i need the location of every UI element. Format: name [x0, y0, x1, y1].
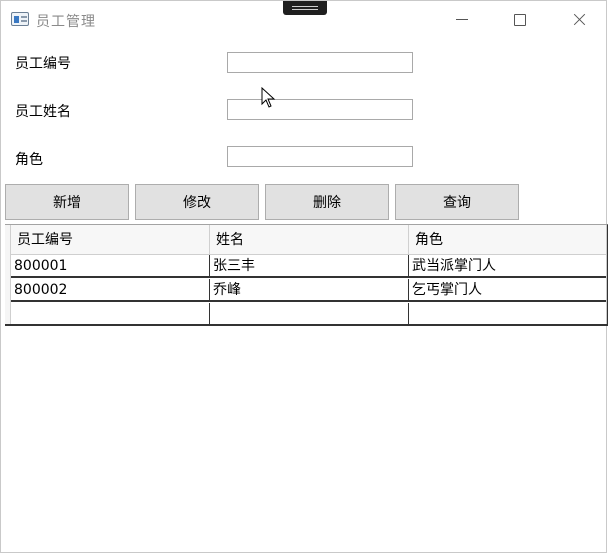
table-row[interactable]: 800002 乔峰 乞丐掌门人 — [11, 279, 606, 302]
cell-name[interactable]: 乔峰 — [210, 279, 409, 300]
column-header-name[interactable]: 姓名 — [210, 225, 409, 254]
column-header-role[interactable]: 角色 — [409, 225, 606, 254]
add-button[interactable]: 新增 — [5, 184, 129, 220]
window-title: 员工管理 — [36, 14, 96, 30]
cell-employee-id[interactable]: 800001 — [11, 255, 210, 276]
new-row[interactable] — [11, 303, 606, 326]
role-label: 角色 — [15, 152, 43, 168]
cell-name[interactable]: 张三丰 — [210, 255, 409, 276]
main-window: 员工管理 员工编号 员工姓名 角色 新增 修改 删除 查询 员工编号 姓名 角色… — [0, 0, 608, 553]
employee-name-label: 员工姓名 — [15, 104, 71, 120]
grid-header-row: 员工编号 姓名 角色 — [11, 225, 606, 255]
edit-button[interactable]: 修改 — [135, 184, 259, 220]
cell-role[interactable] — [409, 303, 606, 324]
mouse-cursor-icon — [261, 87, 276, 108]
delete-button[interactable]: 删除 — [265, 184, 389, 220]
role-field[interactable] — [227, 146, 413, 167]
snap-grip-icon[interactable] — [283, 1, 327, 15]
cell-role[interactable]: 武当派掌门人 — [409, 255, 606, 276]
employee-data-grid[interactable]: 员工编号 姓名 角色 800001 张三丰 武当派掌门人 800002 乔峰 乞… — [5, 224, 608, 326]
cell-employee-id[interactable] — [11, 303, 210, 324]
maximize-button[interactable] — [506, 7, 534, 33]
cell-employee-id[interactable]: 800002 — [11, 279, 210, 300]
cell-name[interactable] — [210, 303, 409, 324]
app-icon — [11, 12, 29, 26]
employee-name-field[interactable] — [227, 99, 413, 120]
query-button[interactable]: 查询 — [395, 184, 519, 220]
close-button[interactable] — [565, 7, 593, 33]
minimize-button[interactable] — [448, 7, 476, 33]
employee-id-label: 员工编号 — [15, 56, 71, 72]
title-bar[interactable]: 员工管理 — [1, 1, 606, 39]
employee-id-field[interactable] — [227, 52, 413, 73]
column-header-employee-id[interactable]: 员工编号 — [11, 225, 210, 254]
cell-role[interactable]: 乞丐掌门人 — [409, 279, 606, 300]
table-row[interactable]: 800001 张三丰 武当派掌门人 — [11, 255, 606, 278]
